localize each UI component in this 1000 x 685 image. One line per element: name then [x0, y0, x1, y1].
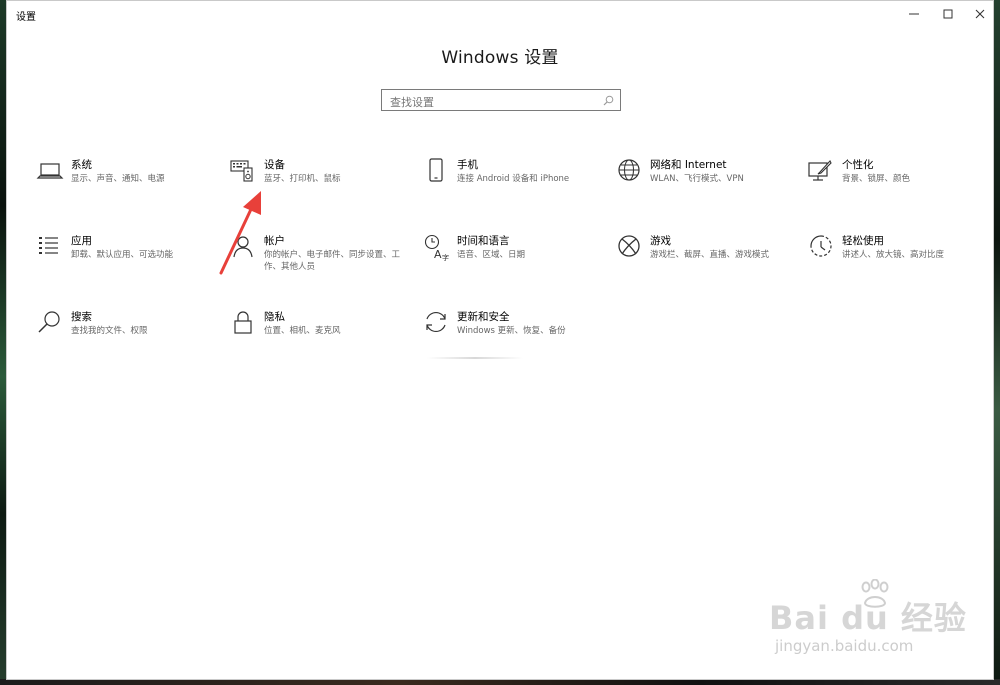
tile-update-security[interactable]: 更新和安全 Windows 更新、恢复、备份 [422, 309, 607, 361]
tile-title: 网络和 Internet [650, 159, 727, 171]
sync-icon [422, 309, 450, 337]
tile-title: 搜索 [71, 311, 92, 323]
tile-description: 位置、相机、麦克风 [264, 326, 341, 336]
tile-description: WLAN、飞行模式、VPN [650, 174, 744, 184]
tile-description: 连接 Android 设备和 iPhone [457, 174, 570, 184]
tile-title: 隐私 [264, 311, 285, 323]
tile-description: 卸载、默认应用、可选功能 [71, 250, 174, 260]
tile-title: 系统 [71, 159, 92, 171]
tile-privacy[interactable]: 隐私 位置、相机、麦克风 [229, 309, 414, 361]
keyboard-speaker-icon [229, 157, 257, 185]
apps-list-icon [36, 233, 64, 261]
tile-description: 你的帐户、电子邮件、同步设置、工作、其他人员 [264, 250, 401, 272]
tile-description: 语音、区域、日期 [457, 250, 526, 260]
search-icon[interactable] [603, 95, 614, 106]
tile-title: 更新和安全 [457, 311, 510, 323]
tile-description: 讲述人、放大镜、高对比度 [842, 250, 945, 260]
tile-search[interactable]: 搜索 查找我的文件、权限 [36, 309, 221, 361]
watermark: Bai du 经验 jingyan.baidu.com [769, 579, 969, 669]
ease-of-access-icon [807, 233, 835, 261]
time-language-icon: A字 [422, 233, 450, 261]
xbox-icon [615, 233, 643, 261]
lock-icon [229, 309, 257, 337]
minimize-icon [909, 13, 919, 15]
watermark-url: jingyan.baidu.com [775, 637, 914, 655]
phone-icon [422, 157, 450, 185]
tile-title: 时间和语言 [457, 235, 510, 247]
tile-description: 蓝牙、打印机、鼠标 [264, 174, 341, 184]
magnifier-icon [36, 309, 64, 337]
tile-phone[interactable]: 手机 连接 Android 设备和 iPhone [422, 157, 607, 209]
tile-description: 背景、锁屏、颜色 [842, 174, 911, 184]
close-button[interactable] [963, 1, 997, 27]
tile-ease-of-access[interactable]: 轻松使用 讲述人、放大镜、高对比度 [807, 233, 992, 285]
maximize-icon [943, 9, 953, 19]
divider [427, 357, 523, 359]
search-placeholder: 查找设置 [390, 96, 434, 109]
globe-icon [615, 157, 643, 185]
search-input[interactable]: 查找设置 [381, 89, 621, 111]
tile-description: Windows 更新、恢复、备份 [457, 326, 566, 336]
tile-title: 应用 [71, 235, 92, 247]
tile-gaming[interactable]: 游戏 游戏栏、截屏、直播、游戏模式 [615, 233, 800, 285]
title-bar[interactable]: 设置 [7, 1, 993, 27]
tile-title: 游戏 [650, 235, 671, 247]
paint-brush-icon [807, 157, 835, 185]
tile-system[interactable]: 系统 显示、声音、通知、电源 [36, 157, 221, 209]
settings-window: 设置 Windows 设置 查找设置 系统 显示、声音、通知、电源 设备 蓝牙、… [6, 0, 994, 680]
svg-text:字: 字 [442, 253, 449, 261]
tile-title: 手机 [457, 159, 478, 171]
tile-description: 查找我的文件、权限 [71, 326, 148, 336]
watermark-brand: Bai du 经验 [769, 599, 967, 637]
tile-description: 游戏栏、截屏、直播、游戏模式 [650, 250, 770, 260]
page-title: Windows 设置 [441, 48, 559, 68]
tile-description: 显示、声音、通知、电源 [71, 174, 165, 184]
minimize-button[interactable] [897, 1, 931, 27]
laptop-icon [36, 157, 64, 185]
annotation-arrow [219, 191, 261, 275]
close-icon [975, 9, 985, 19]
tile-time-language[interactable]: A字 时间和语言 语音、区域、日期 [422, 233, 607, 285]
tile-title: 设备 [264, 159, 285, 171]
tile-title: 轻松使用 [842, 235, 884, 247]
tile-title: 个性化 [842, 159, 874, 171]
window-title: 设置 [16, 12, 36, 23]
tile-apps[interactable]: 应用 卸载、默认应用、可选功能 [36, 233, 221, 285]
tile-network[interactable]: 网络和 Internet WLAN、飞行模式、VPN [615, 157, 800, 209]
svg-text:A: A [434, 248, 442, 261]
tile-personalization[interactable]: 个性化 背景、锁屏、颜色 [807, 157, 992, 209]
maximize-button[interactable] [931, 1, 965, 27]
